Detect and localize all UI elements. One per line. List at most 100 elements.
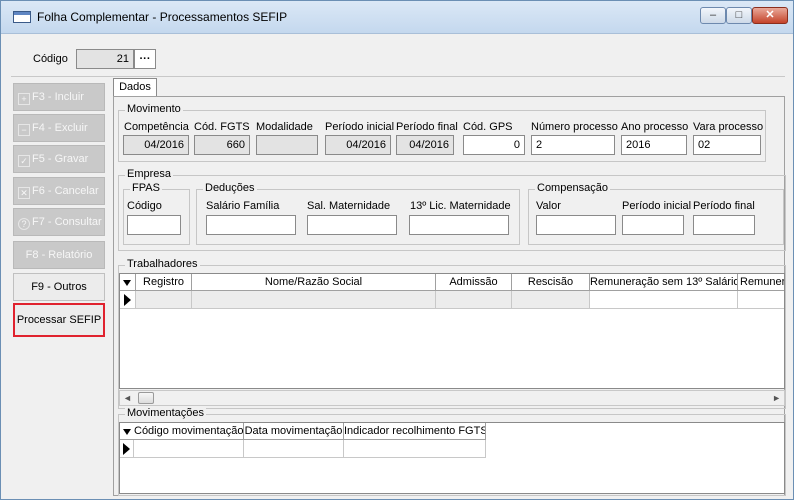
sort-down-icon	[123, 429, 131, 435]
check-icon: ✓	[18, 155, 30, 167]
compensacao-valor-label: Valor	[536, 200, 561, 212]
trabalhadores-grid[interactable]: Registro Nome/Razão Social Admissão Resc…	[119, 273, 785, 389]
scroll-right-icon[interactable]: ►	[772, 393, 781, 403]
row-pointer-icon	[124, 294, 131, 306]
col-nome[interactable]: Nome/Razão Social	[192, 274, 436, 291]
tab-dados[interactable]: Dados	[113, 78, 157, 96]
incluir-button[interactable]: + F3 - Incluir	[13, 83, 105, 111]
movimento-title: Movimento	[125, 103, 183, 115]
col-remuneracao[interactable]: Remunera	[738, 274, 784, 291]
cod-fgts-label: Cód. FGTS	[194, 121, 250, 133]
gravar-label: F5 - Gravar	[32, 153, 89, 165]
col-admissao[interactable]: Admissão	[436, 274, 512, 291]
main-window: Folha Complementar - Processamentos SEFI…	[0, 0, 794, 500]
codigo-field[interactable]: 21	[76, 49, 134, 69]
compensacao-valor-field[interactable]	[536, 215, 616, 235]
col-rescisao[interactable]: Rescisão	[512, 274, 590, 291]
numero-processo-field[interactable]: 2	[531, 135, 615, 155]
salario-familia-field[interactable]	[206, 215, 296, 235]
grid-corner	[120, 423, 134, 440]
minimize-button[interactable]: –	[700, 7, 726, 24]
fpas-codigo-field[interactable]	[127, 215, 181, 235]
processar-sefip-button[interactable]: Processar SEFIP	[13, 303, 105, 337]
table-cell[interactable]	[136, 291, 192, 309]
sal-maternidade-field[interactable]	[307, 215, 397, 235]
table-cell[interactable]	[244, 440, 344, 458]
cod-gps-label: Cód. GPS	[463, 121, 513, 133]
periodo-inicial-field[interactable]: 04/2016	[325, 135, 391, 155]
col-indicador-fgts[interactable]: Indicador recolhimento FGTS	[344, 423, 486, 440]
excluir-button[interactable]: − F4 - Excluir	[13, 114, 105, 142]
window-title: Folha Complementar - Processamentos SEFI…	[37, 10, 288, 24]
compensacao-title: Compensação	[535, 182, 610, 194]
codigo-lookup-button[interactable]: ···	[134, 49, 156, 69]
deducoes-title: Deduções	[203, 182, 257, 194]
modalidade-field[interactable]	[256, 135, 318, 155]
grid-corner	[120, 274, 136, 291]
separator	[11, 76, 785, 77]
col-registro[interactable]: Registro	[136, 274, 192, 291]
cancelar-button[interactable]: ✕ F6 - Cancelar	[13, 177, 105, 205]
compensacao-periodo-inicial-field[interactable]	[622, 215, 684, 235]
col-data-movimentacao[interactable]: Data movimentação	[244, 423, 344, 440]
numero-processo-label: Número processo	[531, 121, 618, 133]
table-cell[interactable]	[192, 291, 436, 309]
col-codigo-movimentacao[interactable]: Código movimentação	[134, 423, 244, 440]
table-cell[interactable]	[344, 440, 486, 458]
trabalhadores-title: Trabalhadores	[125, 258, 200, 270]
periodo-final-label: Período final	[396, 121, 458, 133]
empresa-title: Empresa	[125, 168, 174, 180]
minus-icon: −	[18, 124, 30, 136]
fpas-codigo-label: Código	[127, 200, 162, 212]
excluir-label: F4 - Excluir	[32, 122, 88, 134]
lic-maternidade-label: 13º Lic. Maternidade	[410, 200, 511, 212]
compensacao-periodo-final-field[interactable]	[693, 215, 755, 235]
incluir-label: F3 - Incluir	[32, 91, 84, 103]
scroll-left-icon[interactable]: ◄	[123, 393, 132, 403]
vara-processo-label: Vara processo	[693, 121, 764, 133]
vara-processo-field[interactable]: 02	[693, 135, 761, 155]
periodo-final-field[interactable]: 04/2016	[396, 135, 454, 155]
maximize-button[interactable]: □	[726, 7, 752, 24]
fpas-title: FPAS	[130, 182, 162, 194]
row-pointer-icon	[123, 443, 130, 455]
row-indicator	[120, 291, 136, 309]
col-remuneracao-sem-13[interactable]: Remuneração sem 13º Salário	[590, 274, 738, 291]
competencia-field[interactable]: 04/2016	[123, 135, 189, 155]
lic-maternidade-field[interactable]	[409, 215, 509, 235]
modalidade-label: Modalidade	[256, 121, 313, 133]
window-app-icon	[13, 11, 31, 23]
table-cell[interactable]	[590, 291, 738, 309]
codigo-label: Código	[33, 53, 68, 65]
title-bar[interactable]: Folha Complementar - Processamentos SEFI…	[1, 1, 793, 34]
movimentacoes-title: Movimentações	[125, 407, 207, 419]
cod-gps-field[interactable]: 0	[463, 135, 525, 155]
sal-maternidade-label: Sal. Maternidade	[307, 200, 391, 212]
gravar-button[interactable]: ✓ F5 - Gravar	[13, 145, 105, 173]
plus-icon: +	[18, 93, 30, 105]
row-indicator	[120, 440, 134, 458]
compensacao-periodo-final-label: Período final	[693, 200, 755, 212]
question-icon: ?	[18, 218, 30, 230]
table-cell[interactable]	[134, 440, 244, 458]
scroll-thumb[interactable]	[138, 392, 154, 404]
horizontal-scrollbar[interactable]: ◄ ►	[119, 390, 785, 406]
consultar-label: F7 - Consultar	[32, 216, 102, 228]
outros-button[interactable]: F9 - Outros	[13, 273, 105, 301]
consultar-button[interactable]: ? F7 - Consultar	[13, 208, 105, 236]
cancelar-label: F6 - Cancelar	[32, 185, 99, 197]
ano-processo-label: Ano processo	[621, 121, 689, 133]
sort-down-icon	[123, 280, 131, 286]
relatorio-button[interactable]: F8 - Relatório	[13, 241, 105, 269]
close-button[interactable]: ✕	[752, 7, 788, 24]
ano-processo-field[interactable]: 2016	[621, 135, 687, 155]
salario-familia-label: Salário Família	[206, 200, 280, 212]
compensacao-periodo-inicial-label: Período inicial	[622, 200, 692, 212]
movimentacoes-grid[interactable]: Código movimentação Data movimentação In…	[119, 422, 785, 494]
table-cell[interactable]	[738, 291, 784, 309]
periodo-inicial-label: Período inicial	[325, 121, 395, 133]
table-cell[interactable]	[436, 291, 512, 309]
competencia-label: Competência	[124, 121, 189, 133]
cod-fgts-field[interactable]: 660	[194, 135, 250, 155]
table-cell[interactable]	[512, 291, 590, 309]
